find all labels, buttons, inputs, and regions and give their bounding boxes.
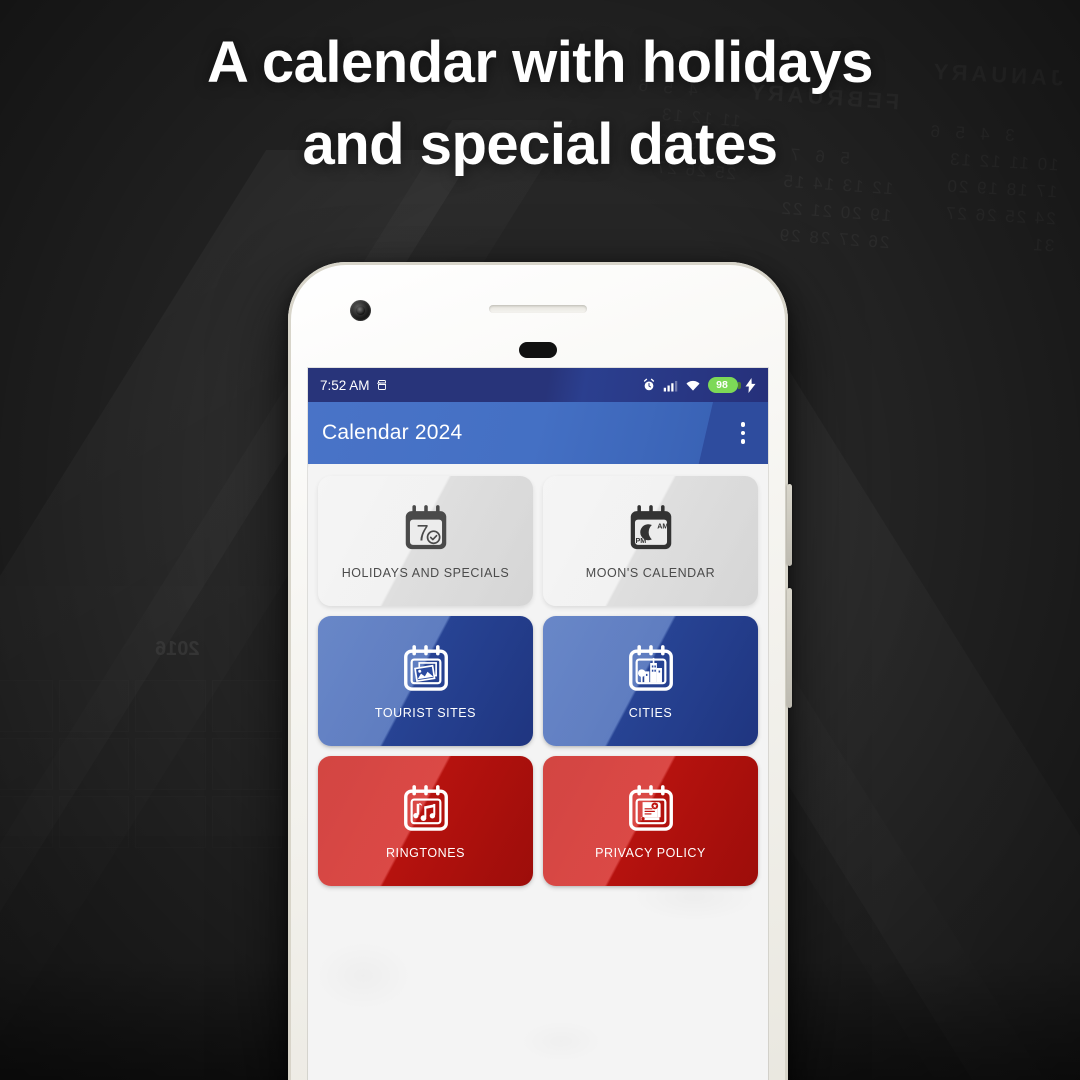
tile-label: HOLIDAYS AND SPECIALS (341, 566, 510, 580)
calendar-document-seal-icon (628, 785, 673, 831)
tile-label: RINGTONES (385, 846, 466, 860)
battery-badge: 98 (708, 377, 741, 393)
tile-holidays-and-specials[interactable]: 7 HOLIDAYS AND SPECIALS (318, 476, 533, 606)
screen-rotation-icon (376, 380, 386, 390)
battery-level: 98 (716, 379, 728, 391)
page-title: Calendar 2024 (322, 421, 463, 444)
proximity-sensor-icon (519, 342, 557, 358)
earpiece-speaker-icon (489, 305, 587, 313)
headline-line-2: and special dates (302, 112, 778, 178)
headline-line-1: A calendar with holidays (207, 30, 873, 95)
tile-ringtones[interactable]: RINGTONES (318, 756, 533, 886)
status-bar-right: 98 (642, 377, 756, 393)
calendar-photos-icon (403, 645, 448, 691)
wifi-icon (686, 380, 700, 391)
calendar-music-notes-icon (403, 785, 448, 831)
power-button[interactable] (787, 484, 792, 566)
calendar-buildings-icon (628, 645, 673, 691)
main-content: 7 HOLIDAYS AND SPECIALS AM PM MOON'S CAL… (308, 464, 768, 1080)
svg-text:7: 7 (416, 521, 428, 546)
calendar-day-7-check-icon: 7 (405, 505, 446, 550)
charging-bolt-icon (745, 377, 756, 393)
alarm-clock-icon (643, 378, 655, 391)
tile-tourist-sites[interactable]: TOURIST SITES (318, 616, 533, 746)
tile-privacy-policy[interactable]: PRIVACY POLICY (543, 756, 758, 886)
tile-label: MOON'S CALENDAR (585, 566, 716, 580)
tile-label: CITIES (628, 706, 673, 720)
phone-mockup: 7:52 AM 98 Calendar 2024 7 HOLIDAYS AND … (288, 262, 792, 1080)
front-camera-icon (350, 300, 371, 321)
cellular-signal-icon (663, 380, 678, 391)
promo-image-stage: JANUARY 3 4 5 6 10 11 12 13 17 18 19 20 … (0, 0, 1080, 1080)
phone-screen: 7:52 AM 98 Calendar 2024 7 HOLIDAYS AND … (308, 368, 768, 1080)
more-vertical-icon[interactable] (732, 421, 754, 445)
tile-label: PRIVACY POLICY (595, 846, 706, 860)
promo-headline: A calendar with holidays and special dat… (0, 22, 1080, 187)
status-bar-left: 7:52 AM (320, 378, 388, 393)
status-bar: 7:52 AM 98 (308, 368, 768, 402)
status-time: 7:52 AM (320, 377, 370, 393)
app-bar: Calendar 2024 (308, 402, 768, 464)
svg-text:AM: AM (657, 522, 668, 530)
tile-moons-calendar[interactable]: AM PM MOON'S CALENDAR (543, 476, 758, 606)
menu-tile-grid: 7 HOLIDAYS AND SPECIALS AM PM MOON'S CAL… (318, 476, 758, 886)
tile-cities[interactable]: CITIES (543, 616, 758, 746)
tile-label: TOURIST SITES (374, 706, 477, 720)
volume-button[interactable] (787, 588, 792, 708)
calendar-moon-am-pm-icon: AM PM (630, 505, 671, 550)
svg-text:PM: PM (635, 537, 646, 545)
